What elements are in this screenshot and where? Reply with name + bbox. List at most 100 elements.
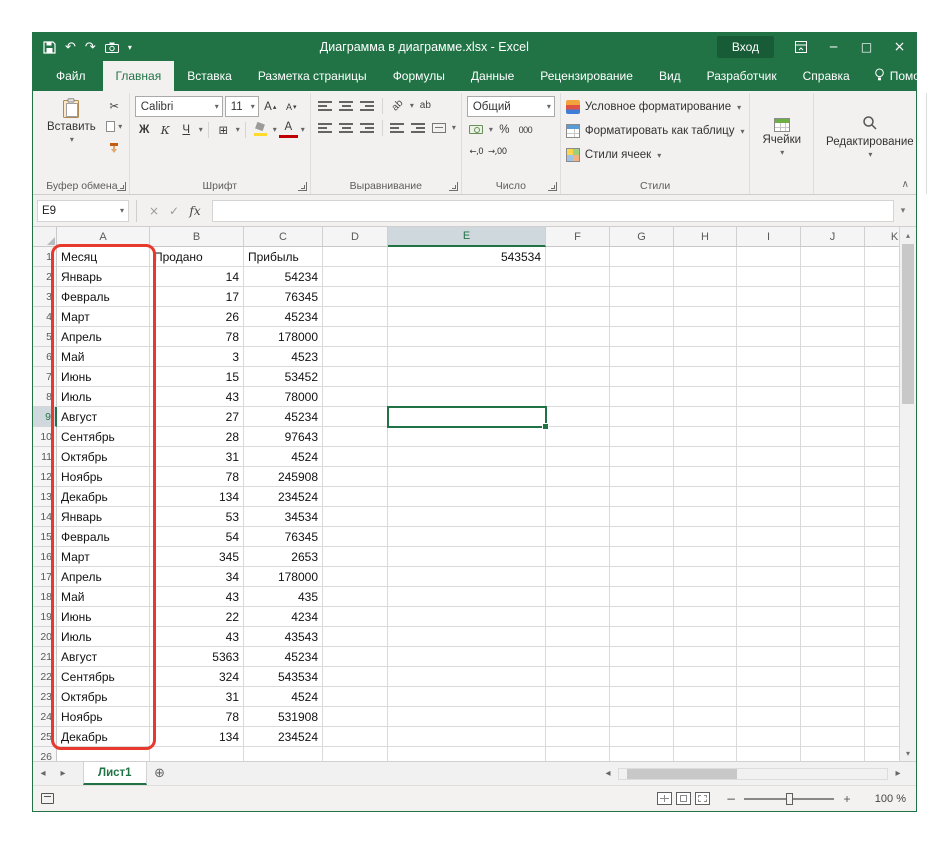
cell-F19[interactable] xyxy=(546,607,610,627)
cell-G26[interactable] xyxy=(610,747,674,761)
decrease-indent-button[interactable] xyxy=(388,118,407,137)
cell-F18[interactable] xyxy=(546,587,610,607)
row-header-17[interactable]: 17 xyxy=(33,567,57,587)
cell-E17[interactable] xyxy=(388,567,546,587)
cell-K12[interactable] xyxy=(865,467,899,487)
ribbon-tab-page-layout[interactable]: Разметка страницы xyxy=(245,61,380,91)
increase-font-size-button[interactable]: А ▴ xyxy=(261,97,280,116)
cell-J21[interactable] xyxy=(801,647,865,667)
cell-E3[interactable] xyxy=(388,287,546,307)
align-right-button[interactable] xyxy=(358,118,377,137)
cell-G18[interactable] xyxy=(610,587,674,607)
cell-A8[interactable]: Июль xyxy=(57,387,150,407)
cell-B21[interactable]: 5363 xyxy=(150,647,244,667)
cell-B23[interactable]: 31 xyxy=(150,687,244,707)
column-header-B[interactable]: B xyxy=(150,227,244,247)
cell-E16[interactable] xyxy=(388,547,546,567)
paste-button[interactable]: Вставить ▾ xyxy=(40,96,103,157)
horizontal-scrollbar-thumb[interactable] xyxy=(627,768,737,779)
valign-top-button[interactable] xyxy=(316,96,335,115)
ribbon-tab-help[interactable]: Справка xyxy=(790,61,863,91)
row-header-25[interactable]: 25 xyxy=(33,727,57,747)
accounting-format-button[interactable] xyxy=(467,120,486,139)
cell-D5[interactable] xyxy=(323,327,388,347)
cell-E11[interactable] xyxy=(388,447,546,467)
ribbon-tab-view[interactable]: Вид xyxy=(646,61,694,91)
row-header-5[interactable]: 5 xyxy=(33,327,57,347)
cell-C17[interactable]: 178000 xyxy=(244,567,323,587)
increase-indent-button[interactable] xyxy=(409,118,428,137)
cell-A9[interactable]: Август xyxy=(57,407,150,427)
cell-H13[interactable] xyxy=(674,487,737,507)
cell-K1[interactable] xyxy=(865,247,899,267)
vertical-scrollbar[interactable]: ▴ ▾ xyxy=(899,227,916,761)
cell-I1[interactable] xyxy=(737,247,801,267)
cell-C3[interactable]: 76345 xyxy=(244,287,323,307)
cell-C2[interactable]: 54234 xyxy=(244,267,323,287)
cell-C20[interactable]: 43543 xyxy=(244,627,323,647)
sign-in-button[interactable]: Вход xyxy=(716,36,774,58)
cell-J6[interactable] xyxy=(801,347,865,367)
cell-C1[interactable]: Прибыль xyxy=(244,247,323,267)
cell-E23[interactable] xyxy=(388,687,546,707)
cell-F4[interactable] xyxy=(546,307,610,327)
cell-A2[interactable]: Январь xyxy=(57,267,150,287)
cell-K6[interactable] xyxy=(865,347,899,367)
font-color-button[interactable]: А xyxy=(278,122,298,138)
cell-H4[interactable] xyxy=(674,307,737,327)
cell-A21[interactable]: Август xyxy=(57,647,150,667)
row-header-22[interactable]: 22 xyxy=(33,667,57,687)
cell-G21[interactable] xyxy=(610,647,674,667)
cell-F21[interactable] xyxy=(546,647,610,667)
cell-C4[interactable]: 45234 xyxy=(244,307,323,327)
column-header-I[interactable]: I xyxy=(737,227,801,247)
cell-A18[interactable]: Май xyxy=(57,587,150,607)
cell-H15[interactable] xyxy=(674,527,737,547)
cell-E14[interactable] xyxy=(388,507,546,527)
row-header-3[interactable]: 3 xyxy=(33,287,57,307)
cell-H9[interactable] xyxy=(674,407,737,427)
cell-E1[interactable]: 543534 xyxy=(388,247,546,267)
cell-styles-button[interactable]: Стили ячеек ▾ xyxy=(565,144,745,166)
cell-H16[interactable] xyxy=(674,547,737,567)
cell-B25[interactable]: 134 xyxy=(150,727,244,747)
cell-G13[interactable] xyxy=(610,487,674,507)
cell-G22[interactable] xyxy=(610,667,674,687)
cell-C23[interactable]: 4524 xyxy=(244,687,323,707)
cell-H25[interactable] xyxy=(674,727,737,747)
macro-record-button[interactable] xyxy=(41,793,54,804)
cell-F12[interactable] xyxy=(546,467,610,487)
row-header-16[interactable]: 16 xyxy=(33,547,57,567)
cell-K13[interactable] xyxy=(865,487,899,507)
cell-I2[interactable] xyxy=(737,267,801,287)
cell-C16[interactable]: 2653 xyxy=(244,547,323,567)
cell-J10[interactable] xyxy=(801,427,865,447)
row-header-23[interactable]: 23 xyxy=(33,687,57,707)
cell-D13[interactable] xyxy=(323,487,388,507)
cell-D6[interactable] xyxy=(323,347,388,367)
cell-F11[interactable] xyxy=(546,447,610,467)
column-header-H[interactable]: H xyxy=(674,227,737,247)
decrease-font-size-button[interactable]: А ▾ xyxy=(282,97,301,116)
cell-J8[interactable] xyxy=(801,387,865,407)
cell-K26[interactable] xyxy=(865,747,899,761)
cell-B6[interactable]: 3 xyxy=(150,347,244,367)
comma-style-button[interactable]: 000 xyxy=(516,120,535,139)
cell-A15[interactable]: Февраль xyxy=(57,527,150,547)
cell-F13[interactable] xyxy=(546,487,610,507)
cell-B3[interactable]: 17 xyxy=(150,287,244,307)
cell-A14[interactable]: Январь xyxy=(57,507,150,527)
zoom-slider[interactable] xyxy=(744,792,834,805)
zoom-level[interactable]: 100 % xyxy=(862,793,906,805)
cell-C11[interactable]: 4524 xyxy=(244,447,323,467)
cell-I26[interactable] xyxy=(737,747,801,761)
format-as-table-button[interactable]: Форматировать как таблицу ▾ xyxy=(565,120,744,142)
cell-C8[interactable]: 78000 xyxy=(244,387,323,407)
cell-I13[interactable] xyxy=(737,487,801,507)
row-header-11[interactable]: 11 xyxy=(33,447,57,467)
cancel-entry-button[interactable]: × xyxy=(144,204,164,218)
cell-A20[interactable]: Июль xyxy=(57,627,150,647)
copy-button[interactable]: ▾ xyxy=(105,117,124,137)
cell-J19[interactable] xyxy=(801,607,865,627)
cell-G11[interactable] xyxy=(610,447,674,467)
